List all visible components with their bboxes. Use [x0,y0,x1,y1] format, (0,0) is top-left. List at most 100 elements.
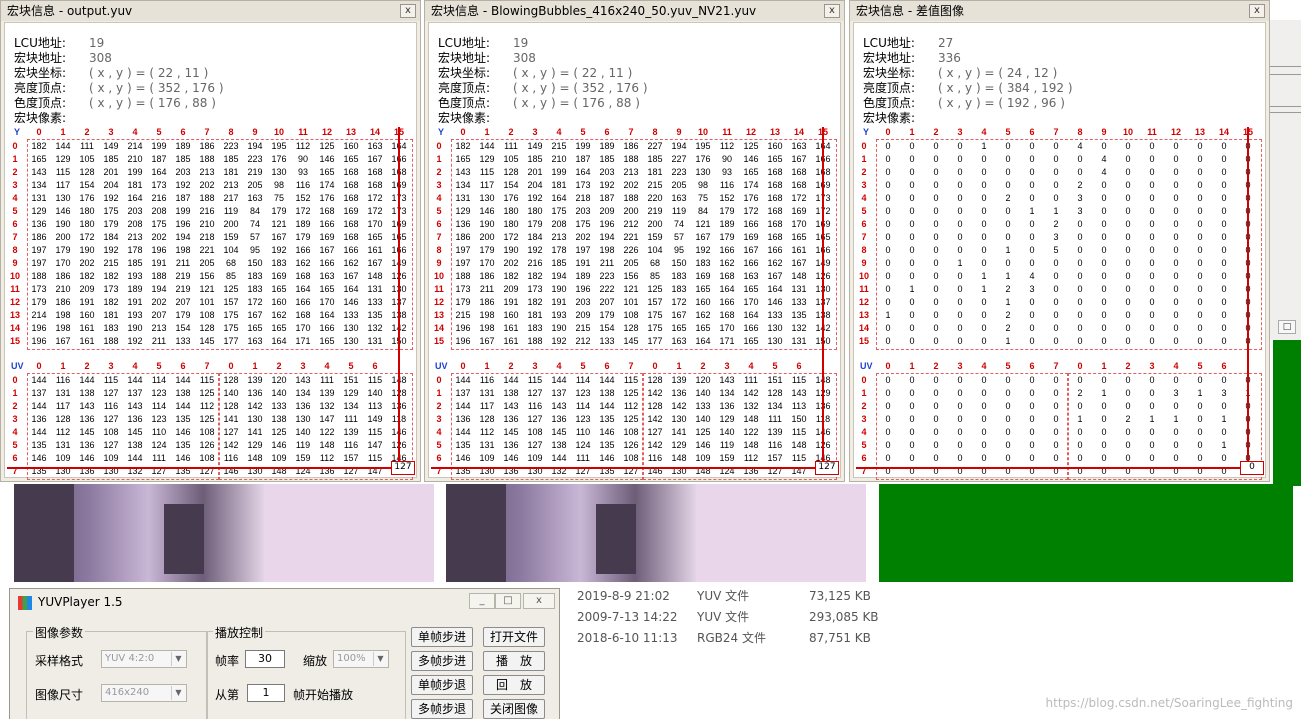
luma-pixel-value: 202 [199,180,215,190]
y-row-index: 2 [861,167,867,177]
frame-rate-label: 帧率 [215,654,240,668]
luma-pixel-value: 166 [743,219,759,229]
luma-pixel-value: 1 [1005,336,1011,346]
luma-pixel-value: 0 [1101,258,1107,268]
chroma-pixel-value: 0 [1149,427,1155,437]
luma-pixel-value: 150 [247,258,263,268]
luma-pixel-value: 0 [1149,258,1155,268]
y-column-header: 7 [628,127,634,137]
chroma-pixel-value: 139 [247,375,263,385]
chroma-pixel-value: 3 [1221,388,1227,398]
sample-format-select[interactable]: YUV 4:2:0 ▼ [101,650,187,668]
close-button[interactable]: x [523,593,555,609]
file-date: 2009-7-13 14:22 [577,610,678,624]
yuvplayer-titlebar: YUVPlayer 1.5 _ □ x [10,589,559,615]
close-button[interactable]: x [1249,4,1265,18]
chroma-pixel-value: 0 [981,414,987,424]
uv-column-header: 5 [580,361,586,371]
luma-pixel-value: 179 [527,219,543,229]
luma-pixel-value: 2 [1005,193,1011,203]
file-row[interactable]: 2019-8-9 21:02 YUV 文件 73,125 KB [577,586,897,607]
explorer-restore-button[interactable]: □ [1278,320,1296,334]
explorer-sidebar: □ [1270,20,1301,340]
chroma-pixel-value: 144 [127,375,143,385]
close-image-button[interactable]: 关闭图像 [483,699,545,719]
close-button[interactable]: x [400,4,416,18]
luma-pixel-value: 1 [1005,245,1011,255]
luma-pixel-value: 135 [791,310,807,320]
luma-pixel-value: 0 [1173,245,1179,255]
luma-pixel-value: 223 [599,271,615,281]
lcu-address-value: 27 [938,36,954,50]
chroma-pixel-value: 0 [1029,375,1035,385]
luma-pixel-value: 164 [575,167,591,177]
rewind-button[interactable]: 回 放 [483,675,545,695]
luma-pixel-value: 168 [767,193,783,203]
file-row[interactable]: 2009-7-13 14:22 YUV 文件 293,085 KB [577,607,897,628]
maximize-button[interactable]: □ [495,593,521,609]
selected-pixel-value[interactable]: 127 [391,461,415,475]
play-button[interactable]: 播 放 [483,651,545,671]
luma-pixel-value: 131 [367,284,383,294]
chroma-pixel-value: 130 [247,414,263,424]
step-forward-button[interactable]: 单帧步进 [411,627,473,647]
luma-pixel-value: 205 [623,258,639,268]
selected-pixel-value[interactable]: 127 [815,461,839,475]
mb-pixels-label: 宏块像素: [863,111,916,125]
chroma-grid: UV 0 1 2 3 4 5 6 7 0 1 2 3 4 5 6 0 144 116 144 115 144 114 144 1… [5,361,420,481]
luma-pixel-value: 0 [1173,297,1179,307]
chroma-pixel-value: 112 [199,401,215,411]
luma-pixel-value: 1 [1005,271,1011,281]
chroma-pixel-value: 124 [575,440,591,450]
multi-step-back-button[interactable]: 多帧步退 [411,699,473,719]
luma-pixel-value: 168 [767,180,783,190]
chroma-pixel-value: 0 [1077,453,1083,463]
y-column-header: 5 [156,127,162,137]
y-column-header: 0 [460,127,466,137]
luma-pixel-value: 0 [909,232,915,242]
luma-pixel-value: 179 [31,297,47,307]
luma-pixel-value: 0 [1221,297,1227,307]
uv-column-header: 7 [1053,361,1059,371]
minimize-button[interactable]: _ [469,593,495,609]
open-file-button[interactable]: 打开文件 [483,627,545,647]
chroma-pixel-value: 1 [1149,414,1155,424]
luma-pixel-value: 2 [1005,310,1011,320]
chroma-pixel-value: 116 [55,375,71,385]
uv-row-index: 3 [436,414,442,424]
chroma-pixel-value: 108 [103,427,119,437]
luma-pixel-value: 221 [623,232,639,242]
crosshair-vertical [1247,127,1249,475]
luma-pixel-value: 183 [527,323,543,333]
luma-pixel-value: 131 [31,193,47,203]
frame-rate-input[interactable]: 30 [245,650,285,668]
luma-pixel-value: 191 [151,258,167,268]
luma-pixel-value: 196 [455,336,471,346]
file-row[interactable]: 2018-6-10 11:13 RGB24 文件 87,751 KB [577,628,897,649]
luma-pixel-value: 0 [1173,271,1179,281]
close-button[interactable]: x [824,4,840,18]
luma-pixel-value: 0 [933,167,939,177]
window-title: 宏块信息 - BlowingBubbles_416x240_50.yuv_NV2… [425,1,844,21]
chroma-pixel-value: 143 [503,401,519,411]
luma-pixel-value: 0 [1149,180,1155,190]
y-column-header: 12 [745,127,756,137]
luma-pixel-value: 213 [223,180,239,190]
luma-pixel-value: 68 [649,258,660,268]
luma-pixel-value: 192 [527,245,543,255]
y-row-index: 7 [12,232,18,242]
luma-pixel-value: 196 [575,284,591,294]
luma-pixel-value: 0 [1221,206,1227,216]
selected-pixel-value[interactable]: 0 [1240,461,1264,475]
multi-step-forward-button[interactable]: 多帧步进 [411,651,473,671]
luma-pixel-value: 4 [1077,141,1083,151]
step-back-button[interactable]: 单帧步退 [411,675,473,695]
chroma-pixel-value: 115 [527,375,543,385]
luma-pixel-value: 167 [319,245,335,255]
from-frame-input[interactable]: 1 [247,684,285,702]
luma-pixel-value: 182 [79,271,95,281]
zoom-select[interactable]: 100% ▼ [333,650,389,668]
uv-row-index: 5 [12,440,18,450]
lcu-address-row: LCU地址: 19 [438,36,648,51]
image-size-select[interactable]: 416x240 ▼ [101,684,187,702]
